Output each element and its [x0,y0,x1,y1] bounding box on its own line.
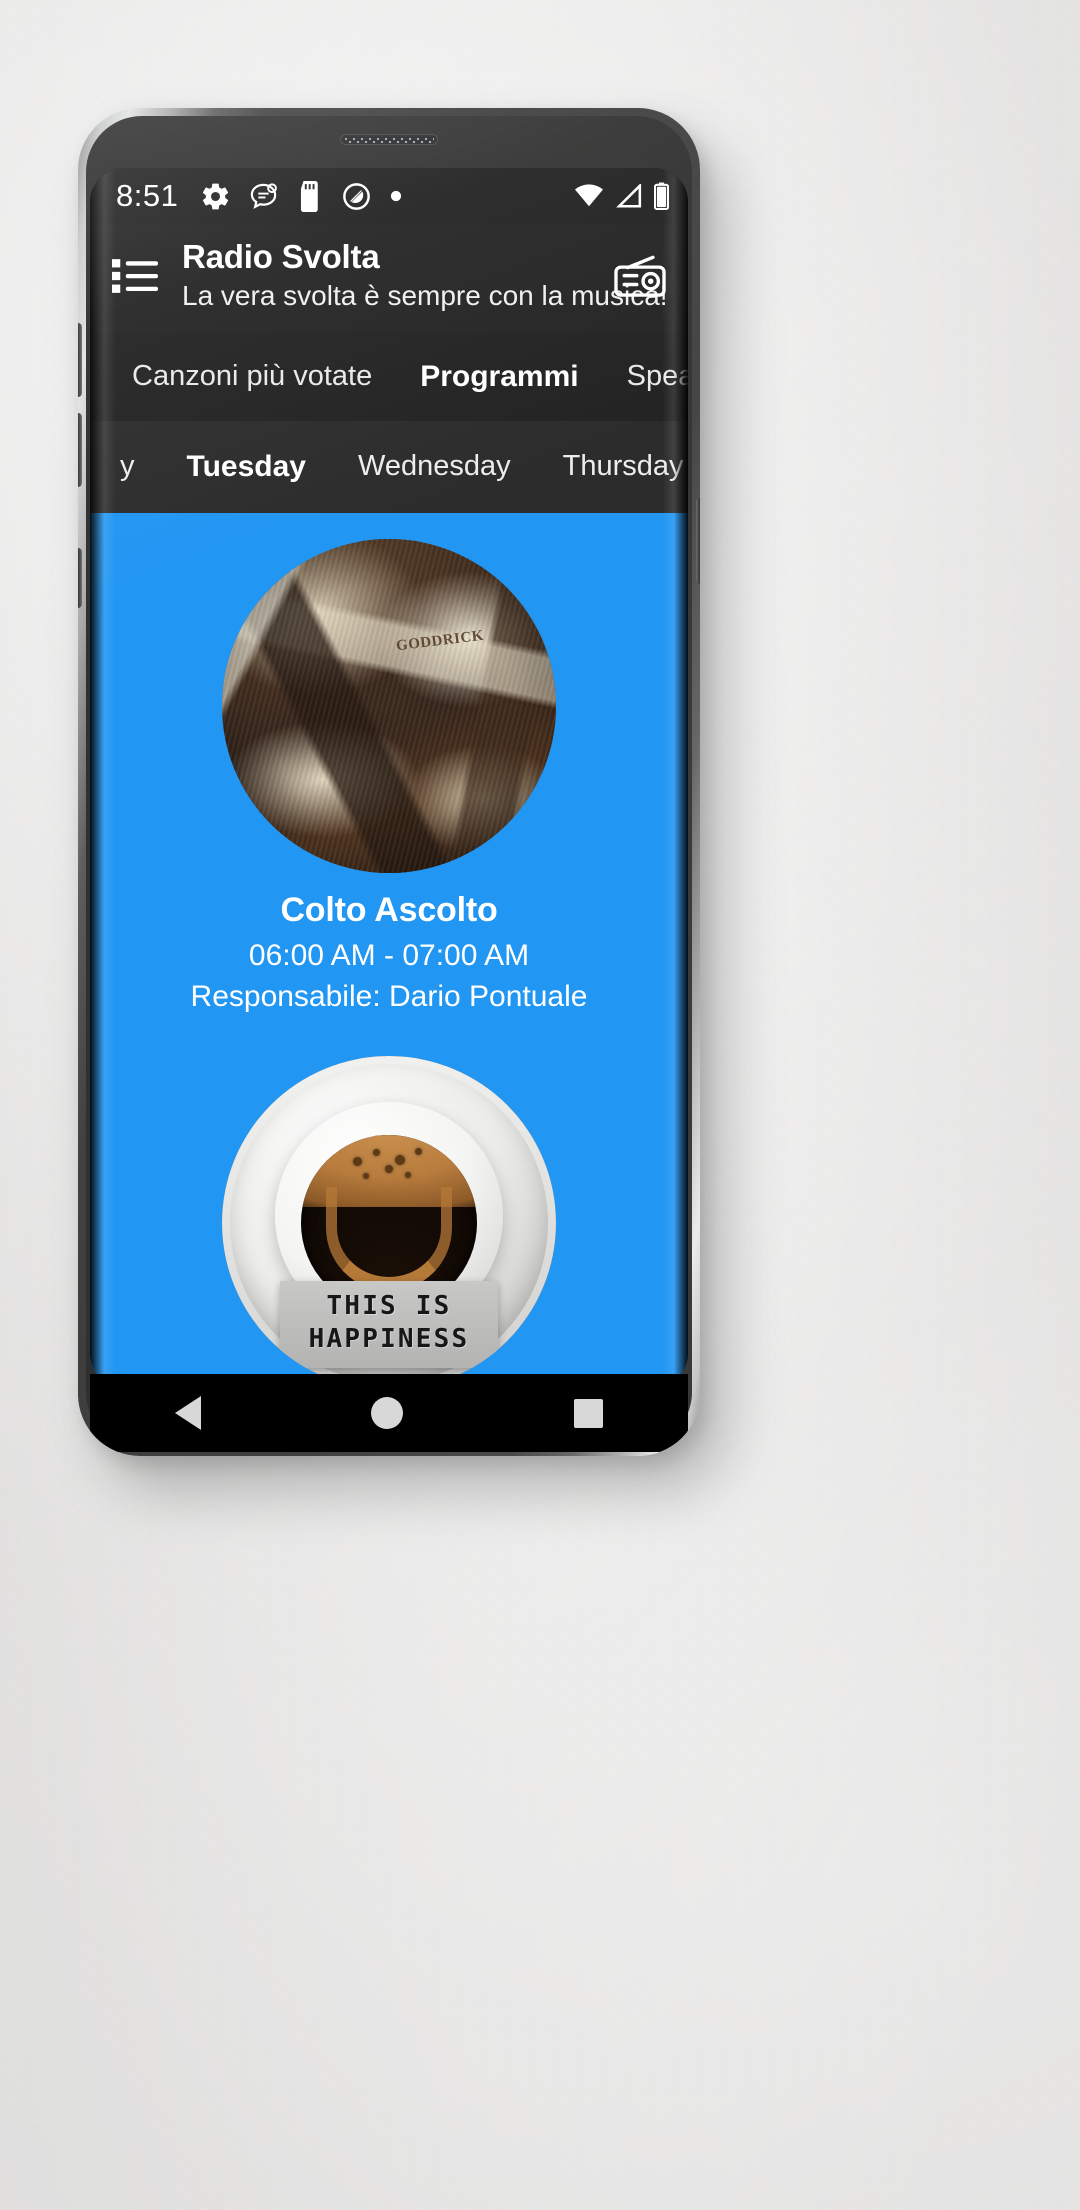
day-monday-partial[interactable]: y [94,450,161,483]
day-selector[interactable]: y Tuesday Wednesday Thursday Friday Sa [90,420,688,513]
artwork-caption-line2: HAPPINESS [308,1324,470,1355]
earpiece-speaker [340,134,438,145]
sd-card-icon [301,180,319,212]
status-icons-right [574,182,670,210]
status-bar: 8:51 [90,168,688,224]
cellular-signal-icon [616,184,642,208]
program-card-colto-ascolto[interactable]: GODDRICK Colto Ascolto 06:00 AM - 07:00 … [90,513,688,1014]
program-artwork: THIS IS HAPPINESS [222,1055,556,1388]
day-tuesday[interactable]: Tuesday [161,450,333,484]
artwork-caption-line1: THIS IS [326,1291,452,1322]
gear-icon [203,183,229,209]
app-bar: Radio Svolta La vera svolta è sempre con… [90,224,688,333]
home-circle-icon[interactable] [371,1397,404,1429]
page-subtitle: La vera svolta è sempre con la musica! [182,280,668,312]
tab-programmi[interactable]: Programmi [396,360,602,394]
phone-screen: 8:51 Radio Svolta La vera svolta è sempr… [90,168,688,1388]
app-title-block: Radio Svolta La vera svolta è sempre con… [182,238,668,315]
smile-shape [326,1187,452,1292]
wall-background: 8:51 Radio Svolta La vera svolta è sempr… [0,0,1080,2210]
foam-bubble [353,1156,362,1166]
day-thursday[interactable]: Thursday [537,450,688,483]
volume-down-button[interactable] [78,413,82,487]
page-title: Radio Svolta [182,238,380,275]
foam-bubble [363,1172,369,1179]
old-books-painting [222,538,556,873]
recents-square-icon[interactable] [573,1398,603,1428]
foam-bubble [373,1148,380,1156]
android-nav-bar[interactable] [90,1374,688,1452]
assistant-button[interactable] [78,548,82,608]
program-list[interactable]: GODDRICK Colto Ascolto 06:00 AM - 07:00 … [90,512,688,1388]
list-menu-icon[interactable] [112,256,158,296]
status-icons-left [200,180,403,212]
program-title: Colto Ascolto [280,890,498,929]
foam-bubble [415,1147,422,1155]
tab-canzoni-piu-votate[interactable]: Canzoni più votate [108,360,396,393]
artwork-caption: THIS IS HAPPINESS [280,1281,498,1368]
status-time: 8:51 [116,178,179,213]
foam-bubble [385,1164,393,1173]
program-card-this-is-happiness[interactable]: THIS IS HAPPINESS This is happiness [90,1014,688,1388]
power-button[interactable] [696,498,700,584]
back-triangle-icon[interactable] [175,1396,202,1430]
foam-bubble [395,1154,405,1165]
tab-speaker[interactable]: Speaker [603,360,688,393]
foam-bubble [405,1171,411,1178]
wifi-icon [575,184,603,207]
do-not-disturb-icon [343,182,371,210]
day-wednesday[interactable]: Wednesday [332,450,537,483]
program-time: 06:00 AM - 07:00 AM [248,938,530,972]
phone-device: 8:51 Radio Svolta La vera svolta è sempr… [78,108,700,1456]
volume-up-button[interactable] [78,323,82,397]
program-host: Responsabile: Dario Pontuale [190,979,588,1013]
dot-icon [391,190,402,202]
section-tabs[interactable]: Canzoni più votate Programmi Speaker New… [90,332,688,421]
message-bubble-icon [251,182,278,209]
radio-icon[interactable] [614,254,666,298]
battery-icon [653,182,670,210]
program-artwork: GODDRICK [222,538,556,873]
